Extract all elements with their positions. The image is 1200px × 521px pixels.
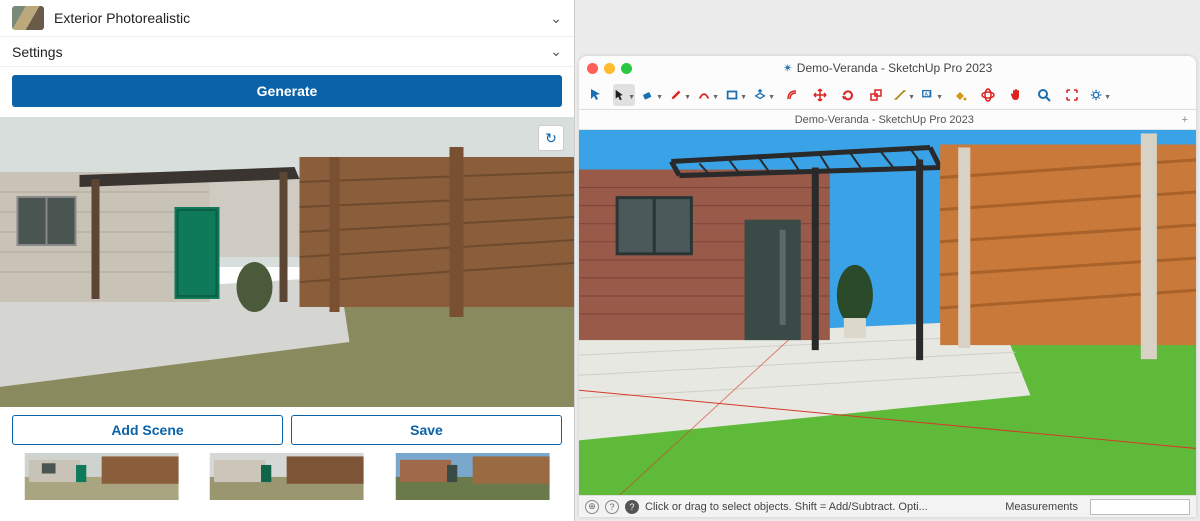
sketchup-desktop: ✴Demo-Veranda - SketchUp Pro 2023 ▼▼▼▼▼▼…: [575, 0, 1200, 521]
orbit-tool[interactable]: [977, 84, 999, 106]
dropdown-caret-icon: ▼: [936, 94, 943, 101]
dropdown-caret-icon: ▼: [768, 94, 775, 101]
desktop-background: [575, 0, 1200, 56]
move-tool[interactable]: [809, 84, 831, 106]
svg-text:A1: A1: [925, 91, 932, 97]
add-tab-button[interactable]: +: [1182, 114, 1188, 126]
style-label: Exterior Photorealistic: [54, 10, 190, 26]
maximize-icon[interactable]: [621, 63, 632, 74]
chevron-down-icon: ⌄: [550, 43, 562, 60]
status-bar: ⊕ ? ? Click or drag to select objects. S…: [579, 495, 1196, 517]
dropdown-caret-icon: ▼: [656, 94, 663, 101]
dropdown-caret-icon: ▼: [712, 94, 719, 101]
document-tab[interactable]: Demo-Veranda - SketchUp Pro 2023: [587, 114, 1182, 126]
pan-tool[interactable]: [1005, 84, 1027, 106]
close-icon[interactable]: [587, 63, 598, 74]
model-viewport[interactable]: [579, 130, 1196, 495]
thumbnail[interactable]: [12, 453, 191, 500]
dropdown-caret-icon: ▼: [628, 94, 635, 101]
arc-tool[interactable]: ▼: [697, 84, 719, 106]
text-tool[interactable]: A1 ▼: [921, 84, 943, 106]
window-titlebar[interactable]: ✴Demo-Veranda - SketchUp Pro 2023: [579, 56, 1196, 80]
render-preview: ↻: [0, 117, 574, 407]
render-panel: Exterior Photorealistic ⌄ Settings ⌄ Gen…: [0, 0, 575, 521]
dropdown-caret-icon: ▼: [684, 94, 691, 101]
sketchup-scene: [579, 130, 1196, 495]
offset-tool[interactable]: [781, 84, 803, 106]
dropdown-caret-icon: ▼: [1104, 94, 1111, 101]
credits-icon[interactable]: ?: [605, 500, 619, 514]
minimize-icon[interactable]: [604, 63, 615, 74]
window-title: ✴Demo-Veranda - SketchUp Pro 2023: [579, 61, 1196, 75]
measurements-label: Measurements: [1005, 501, 1078, 513]
cursor-tool[interactable]: ▼: [613, 84, 635, 106]
generate-button[interactable]: Generate: [12, 75, 562, 107]
style-thumbnail: [12, 6, 44, 30]
help-icon[interactable]: ?: [625, 500, 639, 514]
main-toolbar: ▼ ▼ ▼ ▼ ▼ ▼ ▼ A1 ▼ ▼: [579, 80, 1196, 110]
zoom-tool[interactable]: [1033, 84, 1055, 106]
dropdown-caret-icon: ▼: [740, 94, 747, 101]
thumbnail[interactable]: [197, 453, 376, 500]
rotate-tool[interactable]: [837, 84, 859, 106]
sketchup-icon: ✴: [783, 61, 793, 75]
action-buttons: Add Scene Save: [0, 407, 574, 453]
settings-label: Settings: [12, 44, 63, 60]
document-tabbar: Demo-Veranda - SketchUp Pro 2023 +: [579, 110, 1196, 130]
pencil-tool[interactable]: ▼: [669, 84, 691, 106]
settings-tool[interactable]: ▼: [1089, 84, 1111, 106]
rendered-scene-image: [0, 117, 574, 407]
measurements-input[interactable]: [1090, 499, 1190, 515]
add-scene-button[interactable]: Add Scene: [12, 415, 283, 445]
thumbnail-strip: [0, 453, 574, 508]
thumbnail[interactable]: [383, 453, 562, 500]
zoom-extents-tool[interactable]: [1061, 84, 1083, 106]
refresh-button[interactable]: ↻: [538, 125, 564, 151]
traffic-lights: [587, 63, 632, 74]
chevron-down-icon: ⌄: [550, 10, 562, 27]
status-hint: Click or drag to select objects. Shift =…: [645, 501, 999, 513]
eraser-tool[interactable]: ▼: [641, 84, 663, 106]
tape-tool[interactable]: ▼: [893, 84, 915, 106]
select-tool[interactable]: [585, 84, 607, 106]
sketchup-window: ✴Demo-Veranda - SketchUp Pro 2023 ▼▼▼▼▼▼…: [579, 56, 1196, 517]
geolocation-icon[interactable]: ⊕: [585, 500, 599, 514]
save-button[interactable]: Save: [291, 415, 562, 445]
paint-tool[interactable]: [949, 84, 971, 106]
scale-tool[interactable]: [865, 84, 887, 106]
settings-row[interactable]: Settings ⌄: [0, 37, 574, 67]
style-row[interactable]: Exterior Photorealistic ⌄: [0, 0, 574, 37]
dropdown-caret-icon: ▼: [908, 94, 915, 101]
rectangle-tool[interactable]: ▼: [725, 84, 747, 106]
pushpull-tool[interactable]: ▼: [753, 84, 775, 106]
